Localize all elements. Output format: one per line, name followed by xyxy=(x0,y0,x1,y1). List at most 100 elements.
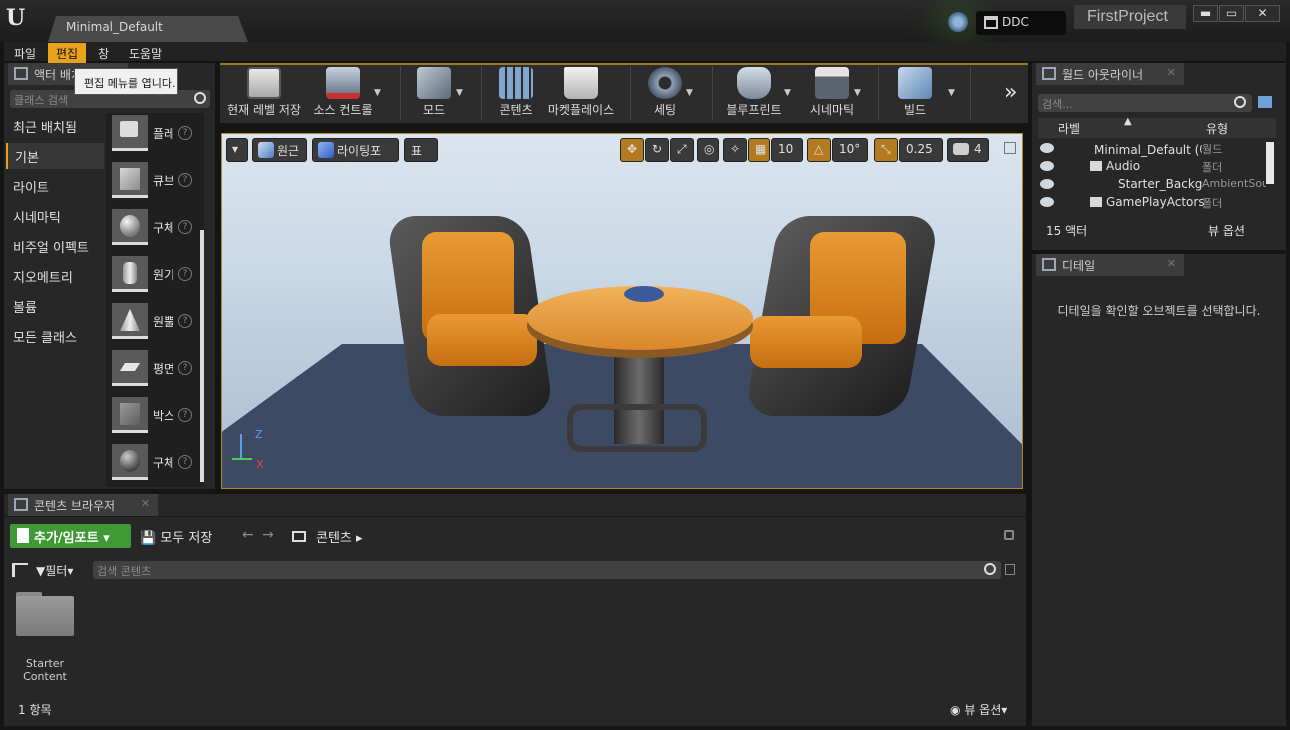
category-recent[interactable]: 최근 배치됨 xyxy=(6,113,104,139)
surface-snap-icon[interactable]: ✧ xyxy=(723,138,747,162)
filter-button[interactable]: ▼필터▾ xyxy=(36,562,73,579)
help-icon[interactable]: ? xyxy=(178,314,192,328)
help-icon[interactable]: ? xyxy=(178,126,192,140)
world-local-icon[interactable]: ◎ xyxy=(697,138,719,162)
category-basic[interactable]: 기본 xyxy=(6,143,104,169)
lock-icon[interactable] xyxy=(1004,530,1014,540)
save-level-button[interactable]: 현재 레벨 저장 xyxy=(224,63,304,123)
tab-world-outliner[interactable]: 월드 아웃라이너 ✕ xyxy=(1036,63,1184,85)
minimize-button[interactable]: ▬ xyxy=(1193,5,1218,22)
category-visual-effects[interactable]: 비주얼 이펙트 xyxy=(6,233,104,259)
build-dropdown[interactable]: ▼ xyxy=(948,88,955,98)
help-icon[interactable]: ? xyxy=(178,361,192,375)
cinematics-button[interactable]: 시네마틱 xyxy=(804,63,860,123)
tab-content-browser[interactable]: 콘텐츠 브라우저 ✕ xyxy=(8,494,158,516)
save-search-icon[interactable] xyxy=(1005,564,1015,575)
actor-item-player-start[interactable]: 플레이어 스타트? xyxy=(112,115,200,155)
outliner-row[interactable]: Audio 폴더 xyxy=(1038,158,1266,176)
source-control-button[interactable]: 소스 컨트롤 xyxy=(308,63,378,123)
source-control-dropdown[interactable]: ▼ xyxy=(374,88,381,98)
toolbar-more-button[interactable]: » xyxy=(1004,80,1017,105)
actor-item-plane[interactable]: 평면? xyxy=(112,350,200,390)
visibility-eye-icon[interactable] xyxy=(1040,143,1054,153)
content-search-input[interactable]: 검색 콘텐츠 xyxy=(93,561,1001,579)
build-button[interactable]: 빌드 xyxy=(890,63,940,123)
modes-button[interactable]: 모드 xyxy=(410,63,458,123)
back-arrow-icon[interactable]: ← xyxy=(242,527,254,543)
lit-mode-button[interactable]: 라이팅포함 xyxy=(312,138,399,175)
camera-speed-button[interactable]: 4 xyxy=(947,138,989,162)
help-icon[interactable]: ? xyxy=(178,220,192,234)
grid-snap-icon[interactable]: ▦ xyxy=(748,138,770,162)
outliner-row[interactable]: Starter_Background_CueAmbientSound xyxy=(1038,176,1266,194)
close-button[interactable]: ✕ xyxy=(1245,5,1280,22)
menu-window[interactable]: 창 xyxy=(90,43,117,63)
maximize-button[interactable]: ▭ xyxy=(1219,5,1244,22)
save-all-button[interactable]: 💾 모두 저장 xyxy=(140,527,212,546)
help-icon[interactable]: ? xyxy=(178,267,192,281)
scale-tool-icon[interactable]: ⤢ xyxy=(670,138,694,162)
category-volumes[interactable]: 볼륨 xyxy=(6,293,104,319)
menu-help[interactable]: 도움말 xyxy=(121,43,170,63)
visibility-eye-icon[interactable] xyxy=(1040,197,1054,207)
show-button[interactable]: 표시 xyxy=(404,138,438,175)
forward-arrow-icon[interactable]: → xyxy=(262,527,274,543)
category-cinematic[interactable]: 시네마틱 xyxy=(6,203,104,229)
outliner-scrollbar[interactable] xyxy=(1266,142,1274,184)
outliner-row[interactable]: GamePlayActors 폴더 xyxy=(1038,194,1266,212)
rotation-snap-value[interactable]: 10° xyxy=(832,138,868,162)
category-lights[interactable]: 라이트 xyxy=(6,173,104,199)
tab-details[interactable]: 디테일 ✕ xyxy=(1036,254,1184,276)
actor-item-sphere-trigger[interactable]: 구체 트리거? xyxy=(112,444,200,484)
grid-snap-value[interactable]: 10 xyxy=(771,138,803,162)
actor-list-scrollbar[interactable] xyxy=(200,230,204,482)
visibility-eye-icon[interactable] xyxy=(1040,179,1054,189)
actor-item-cube[interactable]: 큐브? xyxy=(112,162,200,202)
level-viewport[interactable] xyxy=(221,133,1023,489)
close-tab-icon[interactable]: ✕ xyxy=(141,497,150,510)
help-icon[interactable]: ? xyxy=(178,173,192,187)
close-tab-icon[interactable]: ✕ xyxy=(1167,66,1176,79)
source-control-status-icon[interactable] xyxy=(948,12,968,32)
translate-tool-icon[interactable]: ✥ xyxy=(620,138,644,162)
path-breadcrumb[interactable]: 콘텐츠 ▸ xyxy=(292,527,363,546)
scale-snap-icon[interactable]: ⤡ xyxy=(874,138,898,162)
perspective-button[interactable]: 원근 xyxy=(252,138,307,162)
document-tab[interactable]: Minimal_Default xyxy=(48,16,248,42)
actor-item-cone[interactable]: 원뿔? xyxy=(112,303,200,343)
maximize-viewport-icon[interactable] xyxy=(1004,142,1016,154)
help-icon[interactable]: ? xyxy=(178,455,192,469)
close-tab-icon[interactable]: ✕ xyxy=(1167,257,1176,270)
rotation-snap-icon[interactable]: △ xyxy=(807,138,831,162)
cinematics-dropdown[interactable]: ▼ xyxy=(854,88,861,98)
actor-item-box-trigger[interactable]: 박스 트리거? xyxy=(112,397,200,437)
help-icon[interactable]: ? xyxy=(178,408,192,422)
sources-panel-toggle-icon[interactable] xyxy=(12,563,28,577)
marketplace-button[interactable]: 마켓플레이스 xyxy=(546,63,616,123)
add-import-button[interactable]: 추가/임포트 ▾ xyxy=(10,524,131,548)
scale-snap-value[interactable]: 0.25 xyxy=(899,138,943,162)
starter-content-folder-icon[interactable] xyxy=(16,596,74,636)
modes-dropdown[interactable]: ▼ xyxy=(456,88,463,98)
outliner-row[interactable]: Minimal_Default (에디터)월드 xyxy=(1038,140,1266,158)
content-view-options[interactable]: ◉ 뷰 옵션▾ xyxy=(950,701,1007,718)
blueprints-dropdown[interactable]: ▼ xyxy=(784,88,791,98)
settings-button[interactable]: 세팅 xyxy=(640,63,690,123)
outliner-search-input[interactable]: 검색... xyxy=(1038,94,1252,112)
menu-file[interactable]: 파일 xyxy=(6,43,44,63)
actor-item-cylinder[interactable]: 원기둥? xyxy=(112,256,200,296)
viewport-options-button[interactable]: ▾ xyxy=(226,138,248,162)
add-folder-icon[interactable] xyxy=(1258,96,1272,108)
content-button[interactable]: 콘텐츠 xyxy=(490,63,542,123)
actor-item-sphere[interactable]: 구체? xyxy=(112,209,200,249)
settings-dropdown[interactable]: ▼ xyxy=(686,88,693,98)
outliner-view-options[interactable]: 뷰 옵션 xyxy=(1208,222,1245,239)
category-all-classes[interactable]: 모든 클래스 xyxy=(6,323,104,349)
ddc-button[interactable]: DDC xyxy=(976,11,1066,35)
visibility-eye-icon[interactable] xyxy=(1040,161,1054,171)
menu-edit[interactable]: 편집 xyxy=(48,43,87,63)
column-label[interactable]: 라벨 xyxy=(1058,120,1080,137)
blueprints-button[interactable]: 블루프린트 xyxy=(722,63,786,123)
category-geometry[interactable]: 지오메트리 xyxy=(6,263,104,289)
column-type[interactable]: 유형 xyxy=(1206,120,1228,137)
